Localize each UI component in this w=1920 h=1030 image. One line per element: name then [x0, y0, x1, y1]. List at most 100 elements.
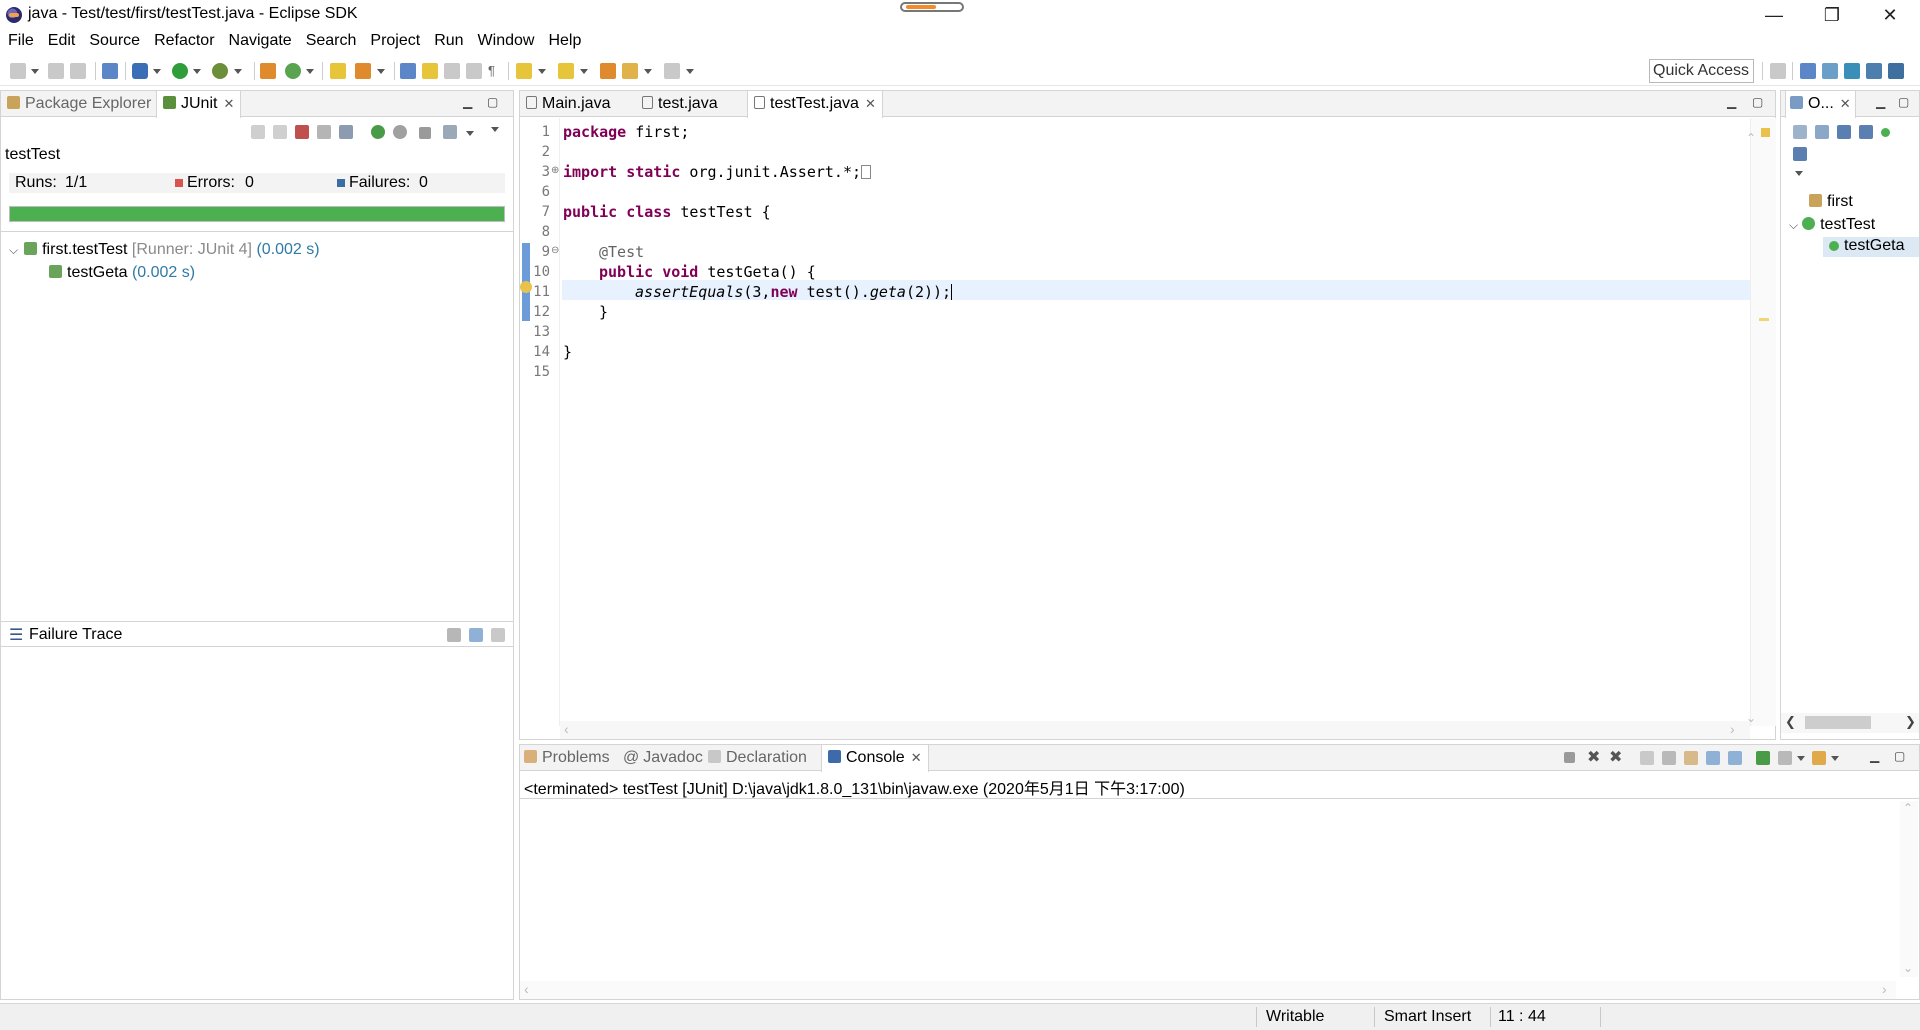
overview-occurrence-mark[interactable]	[1759, 318, 1769, 321]
hide-fields-icon[interactable]	[1837, 125, 1851, 139]
open-console-dropdown-icon[interactable]	[1831, 756, 1839, 761]
menu-project[interactable]: Project	[370, 30, 420, 54]
block-selection-icon[interactable]	[444, 63, 460, 79]
tab-testTest-java[interactable]: testTest.java ✕	[747, 91, 883, 118]
tree-item-testGeta[interactable]: testGeta (0.002 s)	[49, 264, 195, 282]
next-failure-icon[interactable]	[251, 125, 265, 139]
run-icon[interactable]	[172, 63, 188, 79]
team-perspective-icon[interactable]	[1866, 63, 1882, 79]
new-java-project-icon[interactable]	[260, 63, 276, 79]
java-perspective-icon[interactable]	[1800, 63, 1816, 79]
show-on-stderr-icon[interactable]	[1728, 751, 1742, 765]
console-vertical-scrollbar[interactable]: ⌃ ⌄	[1900, 801, 1918, 977]
tab-problems[interactable]: Problems	[524, 745, 610, 771]
scroll-left-icon[interactable]: ❮	[1785, 714, 1796, 730]
new-dropdown-icon[interactable]	[31, 69, 39, 74]
back-icon[interactable]	[622, 63, 638, 79]
folded-imports-icon[interactable]	[861, 165, 872, 179]
scroll-lock-console-icon[interactable]	[1662, 751, 1676, 765]
hide-static-icon[interactable]	[1859, 125, 1873, 139]
word-wrap-icon[interactable]	[1684, 751, 1698, 765]
run-dropdown-icon[interactable]	[193, 69, 201, 74]
scroll-lock-icon[interactable]	[339, 125, 353, 139]
skip-breakpoints-icon[interactable]	[102, 63, 118, 79]
maximize-outline-icon[interactable]: ▢	[1898, 95, 1909, 109]
close-window-button[interactable]: ✕	[1861, 0, 1919, 30]
rerun-test-icon[interactable]	[371, 125, 385, 139]
view-menu-icon[interactable]	[491, 127, 499, 132]
next-annotation-icon[interactable]	[516, 63, 532, 79]
open-type-icon[interactable]	[330, 63, 346, 79]
tab-main-java[interactable]: Main.java	[526, 91, 610, 117]
forward-icon[interactable]	[664, 63, 680, 79]
remove-all-terminated-icon[interactable]: ✖	[1609, 747, 1622, 767]
tab-javadoc[interactable]: @ Javadoc	[623, 745, 703, 771]
previous-annotation-icon[interactable]	[558, 63, 574, 79]
coverage-icon[interactable]	[212, 63, 228, 79]
save-all-icon[interactable]	[70, 63, 86, 79]
close-tab-icon[interactable]: ✕	[1840, 91, 1851, 117]
mark-occurrences-icon[interactable]	[422, 63, 438, 79]
collapse-all-icon[interactable]	[1793, 125, 1807, 139]
close-tab-icon[interactable]: ✕	[911, 745, 922, 771]
minimize-console-icon[interactable]: ▁	[1870, 749, 1879, 763]
menu-source[interactable]: Source	[89, 30, 140, 54]
debug-perspective-icon[interactable]	[1822, 63, 1838, 79]
show-whitespace-icon[interactable]	[466, 63, 482, 79]
tab-declaration[interactable]: Declaration	[708, 745, 807, 771]
debug-dropdown-icon[interactable]	[153, 69, 161, 74]
show-on-stdout-icon[interactable]	[1706, 751, 1720, 765]
new-class-dropdown-icon[interactable]	[306, 69, 314, 74]
open-console-icon[interactable]	[1812, 751, 1826, 765]
minimize-editor-icon[interactable]: ▁	[1727, 95, 1736, 109]
menu-help[interactable]: Help	[548, 30, 581, 54]
previous-failure-icon[interactable]	[273, 125, 287, 139]
outline-horizontal-scrollbar[interactable]: ❮ ❯	[1781, 713, 1919, 733]
paragraph-icon[interactable]: ¶	[488, 63, 504, 79]
display-console-dropdown-icon[interactable]	[1797, 756, 1805, 761]
back-dropdown-icon[interactable]	[644, 69, 652, 74]
menu-run[interactable]: Run	[434, 30, 463, 54]
outline-item-testTest[interactable]: ⌵ testTest	[1789, 216, 1875, 234]
display-selected-console-icon[interactable]	[1778, 751, 1792, 765]
next-annotation-dropdown-icon[interactable]	[538, 69, 546, 74]
menu-refactor[interactable]: Refactor	[154, 30, 214, 54]
save-icon[interactable]	[48, 63, 64, 79]
tab-outline[interactable]: O... ✕	[1785, 91, 1856, 118]
scroll-up-icon[interactable]: ⌃	[1903, 801, 1913, 815]
search-dropdown-icon[interactable]	[377, 69, 385, 74]
outline-item-testGeta[interactable]: testGeta	[1823, 237, 1919, 257]
last-edit-location-icon[interactable]	[600, 63, 616, 79]
show-skipped-icon[interactable]	[317, 125, 331, 139]
pin-console-icon[interactable]	[1756, 751, 1770, 765]
quick-access-input[interactable]: Quick Access	[1649, 59, 1754, 83]
compare-result-icon[interactable]	[447, 628, 461, 642]
clear-console-icon[interactable]	[1640, 751, 1654, 765]
show-failures-only-icon[interactable]	[295, 125, 309, 139]
menu-window[interactable]: Window	[478, 30, 535, 54]
history-dropdown-icon[interactable]	[466, 131, 474, 136]
plugin-perspective-icon[interactable]	[1888, 63, 1904, 79]
tab-test-java[interactable]: test.java	[642, 91, 718, 117]
minimize-button[interactable]: —	[1745, 0, 1803, 30]
fold-expand-icon[interactable]: ⊕	[551, 165, 559, 176]
scroll-up-icon[interactable]: ⌃	[1746, 131, 1756, 145]
scroll-right-icon[interactable]: ›	[1882, 981, 1887, 997]
open-perspective-icon[interactable]	[1770, 63, 1786, 79]
minimize-outline-icon[interactable]: ▁	[1876, 95, 1885, 109]
close-tab-icon[interactable]: ✕	[223, 91, 234, 117]
previous-annotation-dropdown-icon[interactable]	[580, 69, 588, 74]
coverage-dropdown-icon[interactable]	[234, 69, 242, 74]
overview-warning-icon[interactable]	[1761, 128, 1770, 137]
editor-horizontal-scrollbar[interactable]: ‹ ›	[560, 721, 1750, 739]
tree-item-testTest[interactable]: ⌵ first.testTest [Runner: JUnit 4] (0.002…	[9, 241, 320, 259]
outline-item-first[interactable]: first	[1809, 193, 1853, 211]
tab-package-explorer[interactable]: Package Explorer	[7, 91, 151, 117]
scroll-right-icon[interactable]: ›	[1730, 721, 1735, 737]
test-run-history-icon[interactable]	[443, 125, 457, 139]
hide-non-public-icon[interactable]	[1881, 128, 1890, 137]
git-perspective-icon[interactable]	[1844, 63, 1860, 79]
menu-file[interactable]: File	[8, 30, 34, 54]
filter-stack-icon[interactable]	[469, 628, 483, 642]
maximize-view-icon[interactable]: ▢	[487, 95, 498, 109]
